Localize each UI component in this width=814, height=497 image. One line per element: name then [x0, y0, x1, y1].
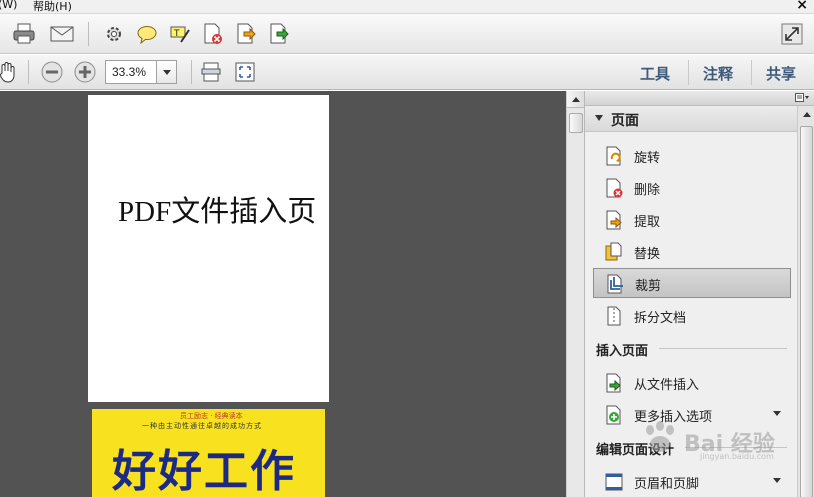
insert-from-file-item[interactable]: 从文件插入 — [593, 368, 791, 396]
zoom-out-icon[interactable] — [40, 60, 64, 84]
insert-page-icon[interactable] — [267, 22, 291, 46]
watermark-logo: Bai 经验 jingyan.baidu.com — [640, 420, 780, 461]
extract-icon — [606, 210, 622, 230]
document-scrollbar[interactable] — [566, 91, 585, 497]
svg-text:T: T — [173, 29, 180, 39]
cover-tagline: 一种由主动性通往卓越的成功方式 — [142, 422, 262, 430]
comment-link[interactable]: 注释 — [703, 63, 733, 84]
zoom-level-value: 33.3% — [112, 65, 147, 79]
link-divider — [688, 60, 689, 85]
pages-section-header[interactable]: 页面 — [585, 106, 797, 132]
main-toolbar: T — [0, 14, 814, 54]
panel-scrollbar[interactable] — [797, 106, 814, 497]
menu-window[interactable]: (W) — [0, 0, 17, 11]
header-footer-item[interactable]: 页眉和页脚 — [593, 467, 791, 495]
highlight-icon[interactable]: T — [168, 22, 192, 46]
header-footer-label: 页眉和页脚 — [634, 477, 700, 492]
scrollbar-thumb[interactable] — [800, 126, 813, 497]
extract-page-item[interactable]: 提取 — [593, 205, 791, 233]
zoom-in-icon[interactable] — [73, 60, 97, 84]
split-document-label: 拆分文档 — [634, 311, 687, 326]
panel-header-bar — [585, 91, 814, 106]
print-icon[interactable] — [12, 22, 36, 46]
group-divider — [659, 348, 787, 349]
replace-page-item[interactable]: 替换 — [593, 237, 791, 265]
fit-page-icon[interactable] — [199, 60, 223, 84]
paw-logo-icon — [646, 421, 674, 452]
extract-label: 提取 — [634, 215, 661, 230]
fit-width-icon[interactable] — [233, 60, 257, 84]
navigation-toolbar: 33.3% 工具 注释 共享 — [0, 55, 814, 90]
crop-page-item[interactable]: 裁剪 — [593, 268, 791, 298]
pages-section-title: 页面 — [611, 113, 639, 129]
delete-icon — [606, 178, 623, 198]
cover-subtitle: 员工励志 · 经典读本 — [180, 412, 243, 420]
toolbar-divider — [28, 60, 29, 84]
insert-pages-group-title: 插入页面 — [596, 344, 649, 359]
rotate-page-item[interactable]: 旋转 — [593, 141, 791, 169]
cover-title: 好好工作 — [112, 446, 296, 497]
pdf-page-2[interactable]: 员工励志 · 经典读本 一种由主动性通往卓越的成功方式 好好工作 — [92, 409, 325, 497]
menu-bar: (W) 帮助(H) × — [0, 0, 814, 14]
hand-tool-icon[interactable] — [0, 60, 20, 84]
insert-from-file-icon — [606, 373, 621, 393]
chevron-down-icon[interactable] — [773, 411, 781, 416]
chevron-down-icon[interactable] — [156, 61, 176, 83]
rotate-icon — [606, 146, 621, 166]
document-view[interactable]: PDF文件插入页 员工励志 · 经典读本 一种由主动性通往卓越的成功方式 好好工… — [0, 91, 566, 497]
scrollbar-thumb[interactable] — [569, 113, 583, 133]
scroll-up-arrow-icon[interactable] — [798, 106, 814, 123]
delete-label: 删除 — [634, 183, 661, 198]
toolbar-divider — [191, 60, 192, 84]
gear-icon[interactable] — [102, 22, 126, 46]
scroll-up-arrow-icon[interactable] — [567, 91, 585, 108]
header-footer-icon — [605, 473, 623, 491]
collapse-triangle-icon[interactable] — [595, 115, 603, 121]
link-divider — [751, 60, 752, 85]
page-1-text: PDF文件插入页 — [118, 196, 317, 228]
replace-label: 替换 — [634, 247, 661, 262]
insert-from-file-label: 从文件插入 — [634, 378, 700, 393]
fullscreen-icon[interactable] — [780, 22, 804, 46]
menu-help[interactable]: 帮助(H) — [33, 0, 72, 14]
comment-icon[interactable] — [135, 22, 159, 46]
tools-link[interactable]: 工具 — [640, 63, 670, 84]
crop-label: 裁剪 — [635, 279, 662, 294]
email-icon[interactable] — [50, 22, 74, 46]
zoom-level-field[interactable]: 33.3% — [105, 60, 177, 84]
pdf-page-1[interactable]: PDF文件插入页 — [88, 95, 329, 402]
close-document-button[interactable]: × — [796, 0, 808, 13]
delete-page-item[interactable]: 删除 — [593, 173, 791, 201]
toolbar-divider — [88, 22, 89, 46]
crop-icon — [607, 274, 623, 294]
delete-page-icon[interactable] — [201, 22, 225, 46]
split-document-icon — [607, 306, 621, 326]
split-document-item[interactable]: 拆分文档 — [593, 301, 791, 329]
more-insert-icon — [606, 405, 621, 425]
rotate-label: 旋转 — [634, 151, 661, 166]
watermark-url: jingyan.baidu.com — [700, 452, 774, 461]
panel-options-icon[interactable] — [795, 93, 809, 103]
share-link[interactable]: 共享 — [766, 63, 796, 84]
chevron-down-icon[interactable] — [773, 478, 781, 483]
replace-icon — [605, 242, 622, 261]
extract-page-icon[interactable] — [234, 22, 258, 46]
